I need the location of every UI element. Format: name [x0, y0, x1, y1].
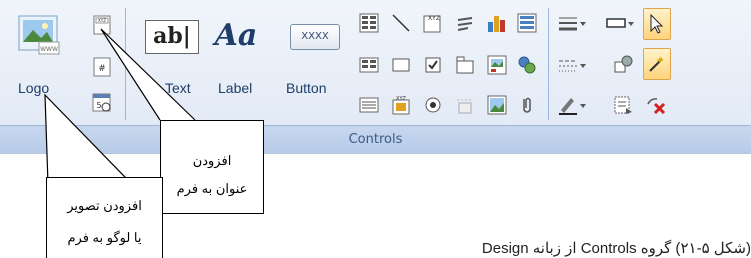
- select-arrow-button[interactable]: [643, 8, 671, 40]
- separator: [125, 8, 126, 120]
- wizard-icon: [649, 56, 664, 72]
- combo-box-icon[interactable]: [358, 54, 380, 76]
- ribbon-controls-group: WWW Logo XYZ # 5 ab| Text B Aa Label XXX…: [0, 0, 751, 154]
- checkbox-icon[interactable]: [422, 54, 444, 76]
- button-control-label: Button: [286, 80, 327, 96]
- hyperlink-icon[interactable]: [516, 54, 538, 76]
- svg-text:XYZ: XYZ: [428, 15, 440, 22]
- figure-caption: (شکل ۵-۲۱) گروه Controls از زبانه Design: [481, 240, 751, 257]
- option-button-icon[interactable]: [422, 94, 444, 116]
- svg-text:WWW: WWW: [40, 46, 58, 53]
- callout-add-title: افزودن عنوان به فرم: [160, 120, 264, 214]
- label-button-label: Label: [218, 80, 253, 96]
- callout-add-logo: افزودن تصویر یا لوگو به فرم: [46, 177, 163, 258]
- svg-text:5: 5: [96, 101, 101, 110]
- rectangle-shape-icon[interactable]: [605, 12, 635, 34]
- label-button[interactable]: Aa Label: [208, 12, 264, 116]
- logo-button[interactable]: WWW Logo: [12, 12, 68, 116]
- line-thickness-icon[interactable]: [557, 12, 587, 34]
- page-break-icon[interactable]: [454, 94, 476, 116]
- insert-title-icon[interactable]: XYZ: [91, 14, 113, 36]
- tab-control-icon[interactable]: [454, 12, 476, 34]
- text-box-label-line2: B: [167, 98, 177, 114]
- wizard-button[interactable]: [643, 48, 671, 80]
- list-box-icon[interactable]: [358, 12, 380, 34]
- tab-page-icon[interactable]: [454, 54, 476, 76]
- separator: [548, 8, 549, 120]
- attachment-icon[interactable]: [516, 94, 538, 116]
- image-icon[interactable]: [486, 94, 508, 116]
- line-color-icon[interactable]: [557, 94, 587, 116]
- bar-chart-icon[interactable]: [486, 12, 508, 34]
- grid-icon[interactable]: [358, 94, 380, 116]
- controls-group-label: Controls: [0, 125, 751, 153]
- property-sheet-icon[interactable]: [612, 94, 634, 116]
- remove-layout-icon[interactable]: [645, 94, 667, 116]
- subform-icon[interactable]: [516, 12, 538, 34]
- logo-button-label: Logo: [18, 80, 50, 96]
- text-box-label-line1: Text: [165, 80, 191, 96]
- image-chart-icon[interactable]: [486, 54, 508, 76]
- label-icon: Aa: [214, 18, 258, 53]
- callout-add-title-line2: عنوان به فرم: [176, 181, 248, 196]
- button-control-button[interactable]: XXXX Button: [278, 12, 350, 116]
- rectangle-icon[interactable]: [390, 54, 412, 76]
- logo-icon: WWW: [18, 15, 60, 55]
- callout-add-title-line1: افزودن: [192, 153, 232, 168]
- page-number-icon[interactable]: #: [91, 56, 113, 78]
- svg-text:XYZ: XYZ: [396, 96, 406, 102]
- svg-text:#: #: [98, 64, 106, 74]
- chart-xyz-icon[interactable]: XYZ: [422, 12, 444, 34]
- insert-activex-icon[interactable]: [612, 54, 634, 76]
- callout-add-logo-line1: افزودن تصویر: [67, 198, 142, 213]
- text-box-icon: ab|: [145, 20, 199, 54]
- button-control-icon: XXXX: [290, 24, 340, 50]
- svg-text:XYZ: XYZ: [98, 18, 106, 23]
- line-icon[interactable]: [390, 12, 412, 34]
- select-arrow-icon: [650, 13, 664, 34]
- text-box-button[interactable]: ab| Text B: [143, 12, 199, 116]
- date-time-icon[interactable]: 5: [91, 92, 113, 114]
- line-type-icon[interactable]: [557, 54, 587, 76]
- callout-add-logo-line2: یا لوگو به فرم: [67, 230, 142, 245]
- unbound-frame-icon[interactable]: XYZ: [390, 94, 412, 116]
